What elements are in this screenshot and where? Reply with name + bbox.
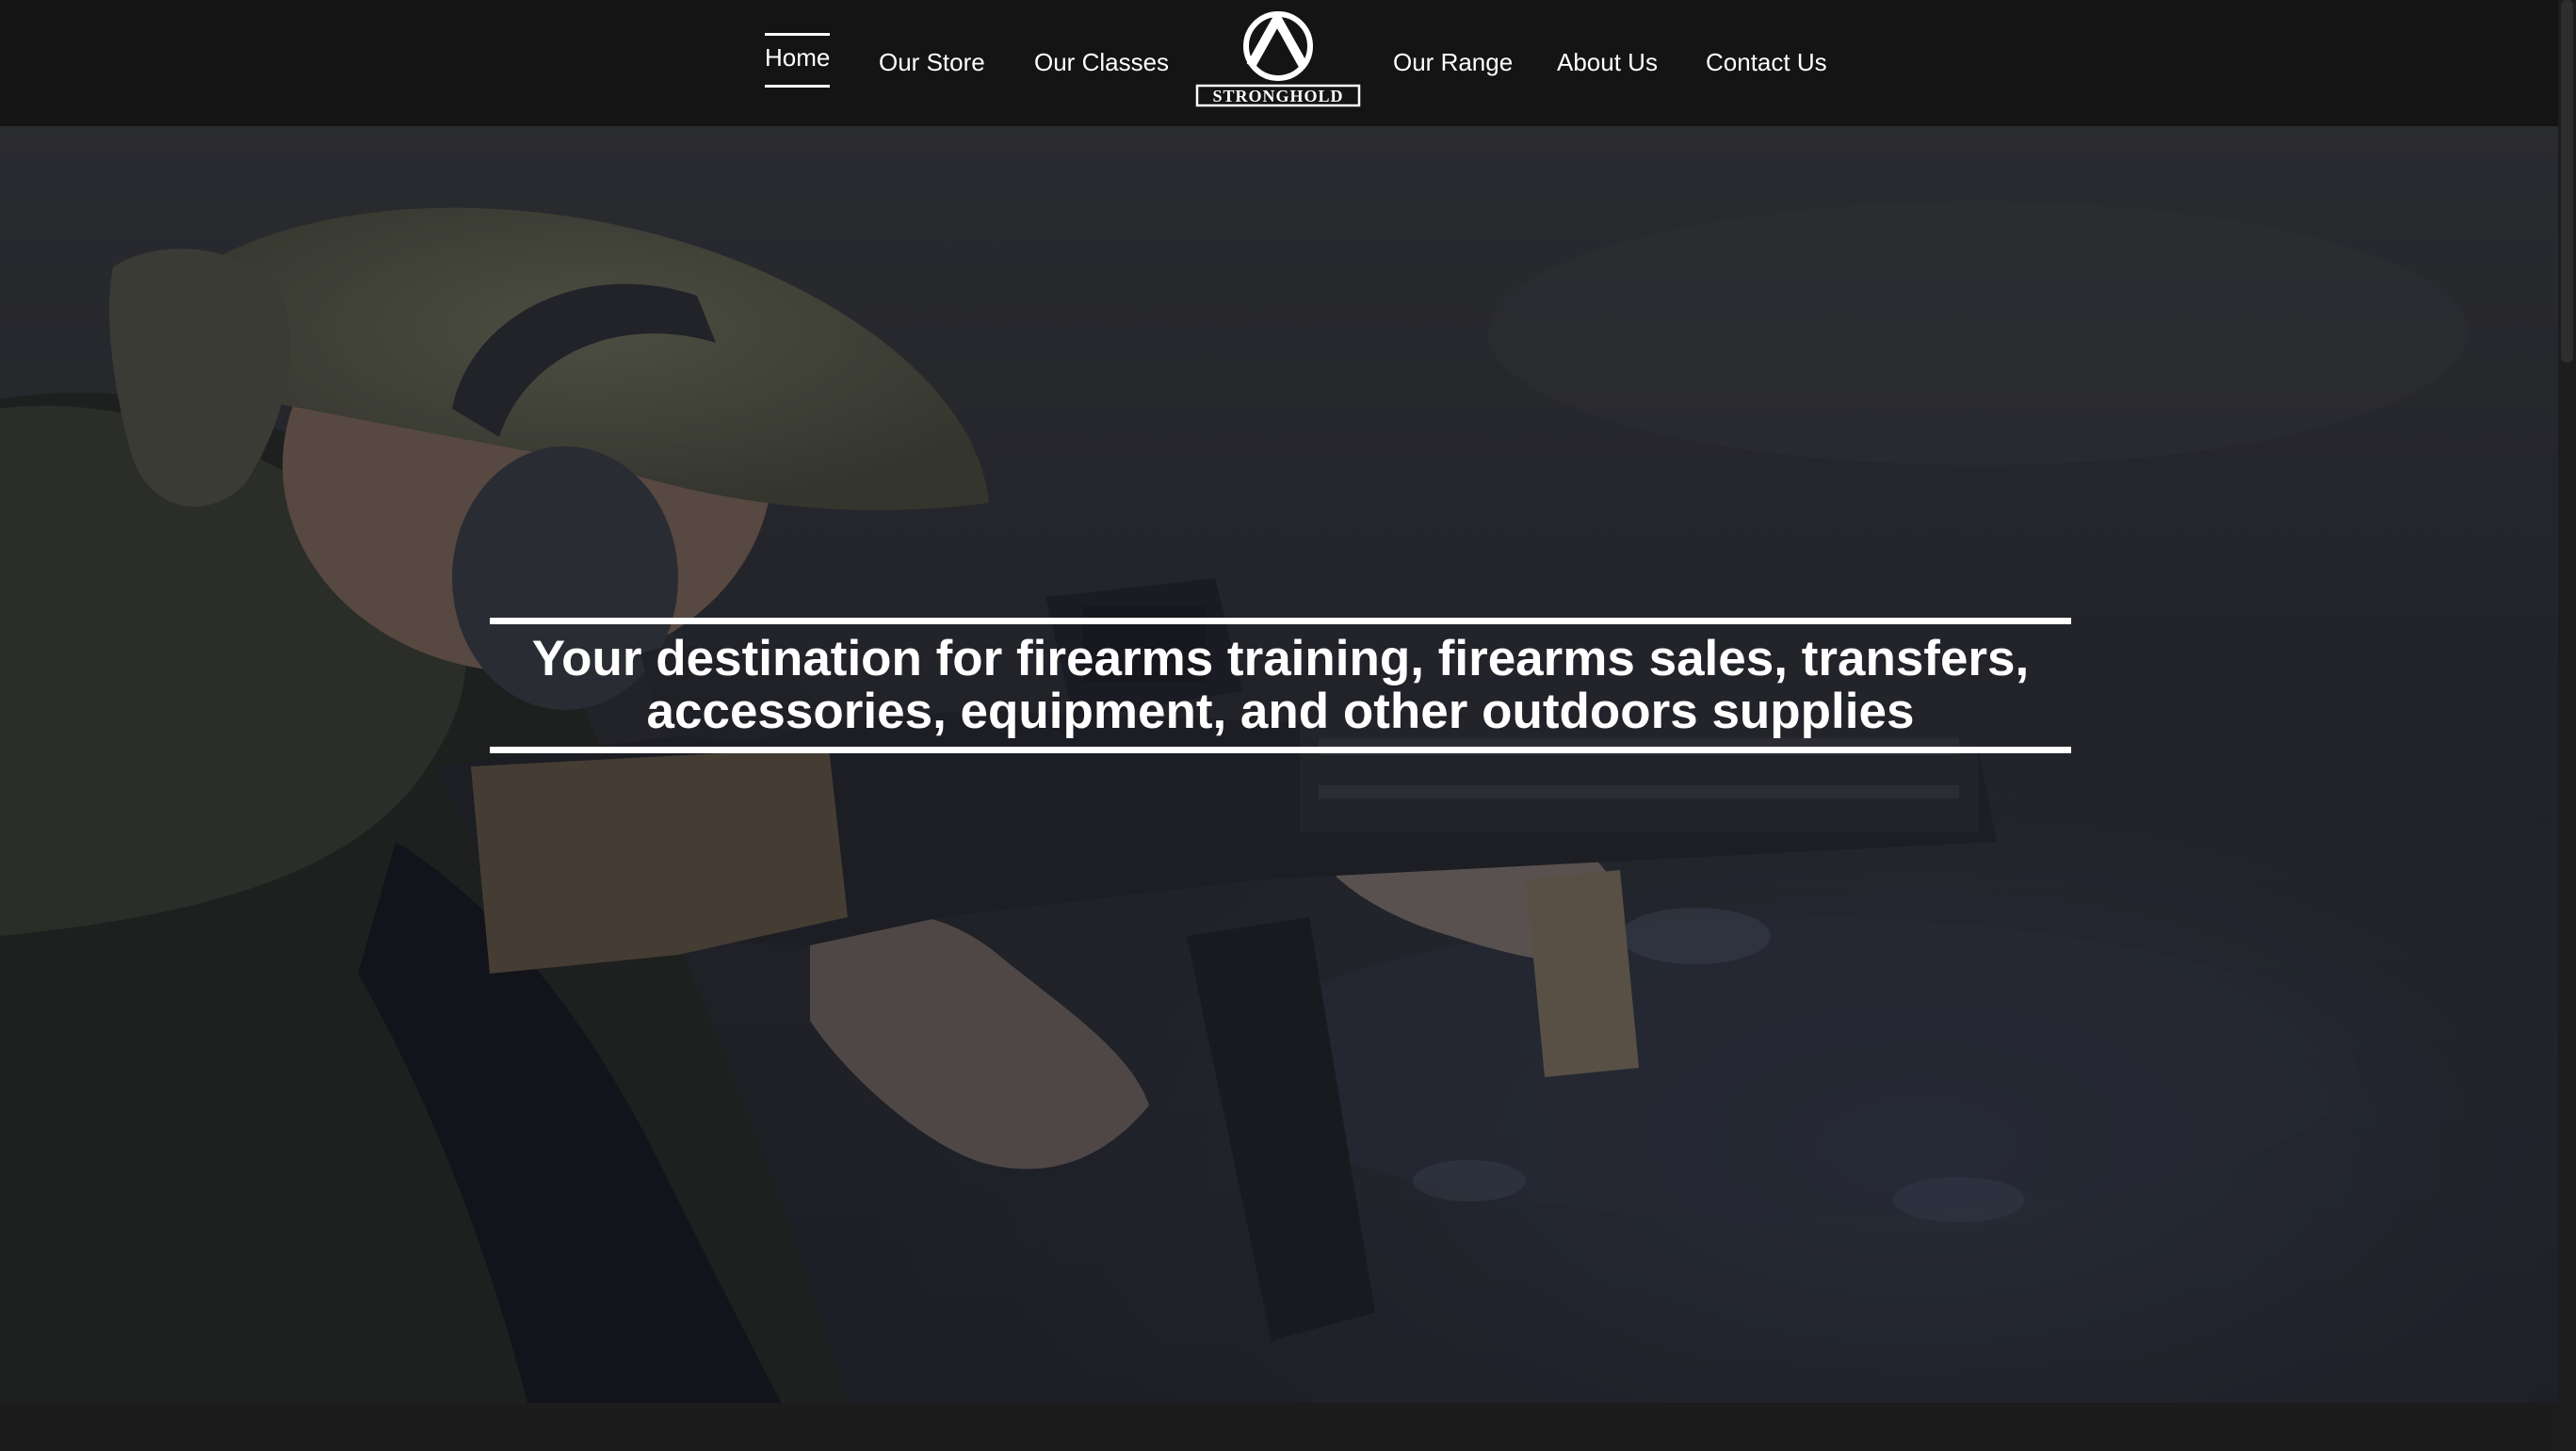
logo-wordmark: STRONGHOLD [1212,87,1343,105]
nav-our-store-link[interactable]: Our Store [879,38,985,87]
nav-our-classes-link[interactable]: Our Classes [1034,38,1169,87]
stronghold-logo-mark: STRONGHOLD [1195,8,1361,107]
below-hero-strip [0,1403,2558,1451]
nav-home-link[interactable]: Home [765,33,831,88]
nav-our-range-link[interactable]: Our Range [1393,38,1513,87]
hero-dark-overlay [0,126,2558,1403]
nav-about-us-link[interactable]: About Us [1557,38,1658,87]
hero-section: Your destination for firearms training, … [0,126,2558,1403]
hero-headline-box: Your destination for firearms training, … [490,618,2071,753]
main-nav: Home Our Store Our Classes STRONGHOLD Ou… [0,0,2558,126]
scrollbar-thumb[interactable] [2561,0,2573,363]
stronghold-logo[interactable]: STRONGHOLD [1194,8,1362,107]
hero-headline: Your destination for firearms training, … [531,631,2030,739]
nav-contact-us-link[interactable]: Contact Us [1706,38,1827,87]
page: Home Our Store Our Classes STRONGHOLD Ou… [0,0,2576,1451]
